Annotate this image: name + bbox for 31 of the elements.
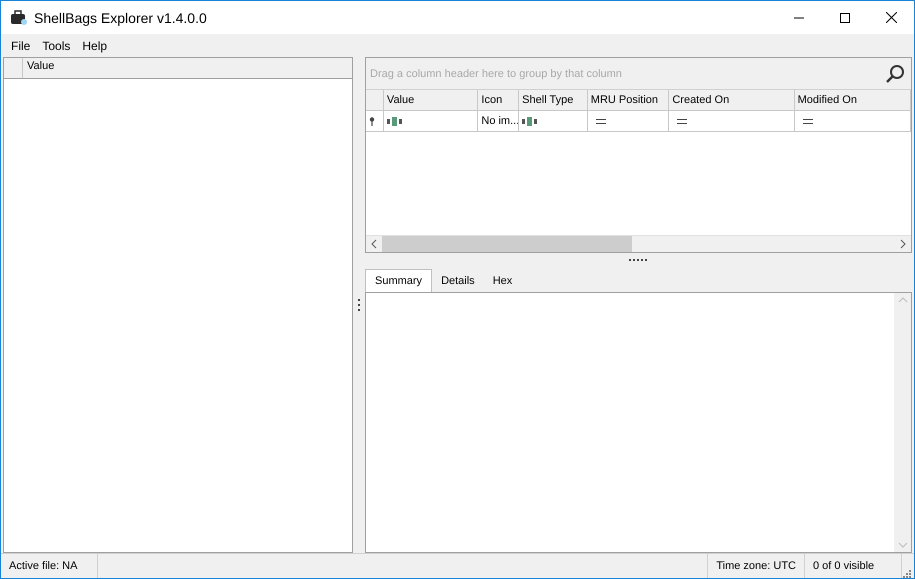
search-icon[interactable] — [885, 64, 905, 84]
tab[interactable]: Hex — [484, 270, 522, 292]
column-header[interactable]: Icon — [478, 90, 520, 110]
active-file-status: Active file: NA — [1, 554, 98, 578]
menu-item[interactable]: File — [5, 38, 36, 52]
column-header[interactable]: Value — [23, 58, 58, 78]
window-title: ShellBags Explorer v1.4.0.0 — [34, 10, 208, 26]
horizontal-scrollbar[interactable] — [366, 235, 911, 252]
menu-item[interactable]: Tools — [36, 38, 76, 52]
menu-item[interactable]: Help — [76, 38, 114, 52]
resize-grip-icon[interactable] — [902, 569, 911, 578]
time-zone-status: Time zone: UTC — [708, 554, 805, 578]
column-header[interactable]: Shell Type — [519, 90, 588, 110]
pin-icon — [369, 116, 375, 126]
text-filter-icon[interactable] — [522, 116, 538, 126]
tab[interactable]: Summary — [365, 269, 432, 292]
maximize-icon — [840, 12, 850, 22]
column-header[interactable]: Value — [384, 90, 478, 110]
equals-operator-icon[interactable] — [802, 118, 813, 124]
column-header[interactable]: Created On — [669, 90, 795, 110]
text-filter-icon[interactable] — [386, 116, 402, 126]
group-by-hint: Drag a column header here to group by that column — [370, 68, 623, 80]
filter-cell[interactable]: No im... — [478, 111, 520, 131]
tab[interactable]: Details — [432, 270, 484, 292]
close-icon — [886, 12, 896, 23]
equals-operator-icon[interactable] — [596, 118, 606, 124]
app-icon — [10, 10, 28, 26]
column-header[interactable]: Modified On — [794, 90, 911, 110]
visible-count-status: 0 of 0 visible — [805, 554, 902, 578]
column-header[interactable]: MRU Position — [588, 90, 670, 110]
equals-operator-icon[interactable] — [677, 118, 688, 124]
